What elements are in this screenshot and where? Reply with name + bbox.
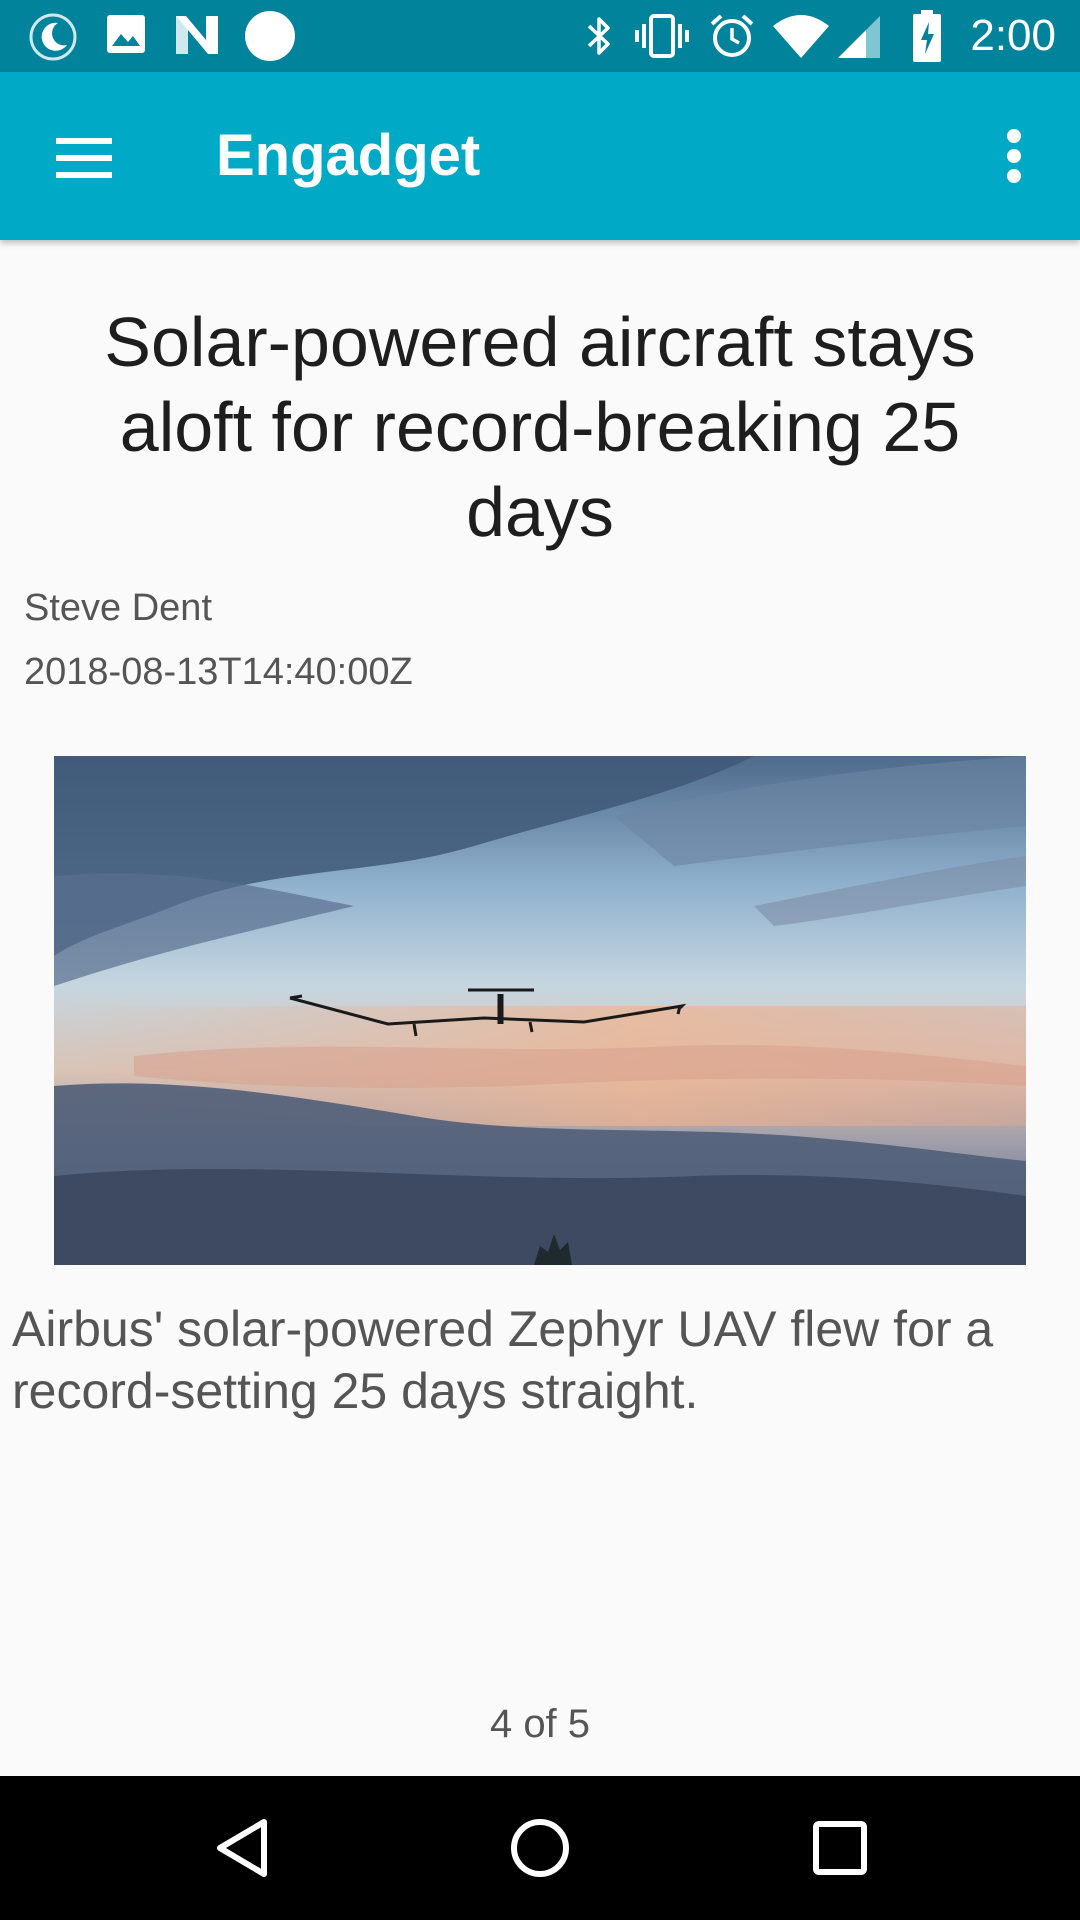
circle-icon <box>245 11 295 61</box>
recents-icon[interactable] <box>804 1812 876 1884</box>
status-bar: 2:00 <box>0 0 1080 72</box>
home-icon[interactable] <box>504 1812 576 1884</box>
image-icon <box>107 15 145 53</box>
vibrate-icon <box>635 14 689 58</box>
signal-icon <box>838 16 880 58</box>
wifi-icon <box>773 15 829 58</box>
app-bar: Engadget <box>0 72 1080 240</box>
hamburger-menu-icon[interactable] <box>44 122 116 194</box>
article-hero-image[interactable] <box>54 756 1026 1265</box>
system-nav-bar <box>0 1776 1080 1920</box>
sunset-sky-aircraft-image <box>54 756 1026 1265</box>
overflow-menu-icon[interactable] <box>992 126 1036 202</box>
battery-charging-icon <box>913 10 941 62</box>
n-app-icon <box>176 16 218 54</box>
article-date: 2018-08-13T14:40:00Z <box>24 651 413 693</box>
bluetooth-icon <box>587 17 610 55</box>
page-indicator: 4 of 5 <box>489 1702 591 1746</box>
alarm-icon <box>710 14 754 57</box>
article-headline: Solar-powered aircraft stays aloft for r… <box>104 303 976 551</box>
do-not-disturb-icon <box>29 13 77 61</box>
article-summary: Airbus' solar-powered Zephyr UAV flew fo… <box>12 1301 994 1419</box>
article-author: Steve Dent <box>24 587 212 629</box>
status-time: 2:00 <box>970 11 1056 60</box>
app-title: Engadget <box>216 123 481 188</box>
back-icon[interactable] <box>206 1812 278 1884</box>
